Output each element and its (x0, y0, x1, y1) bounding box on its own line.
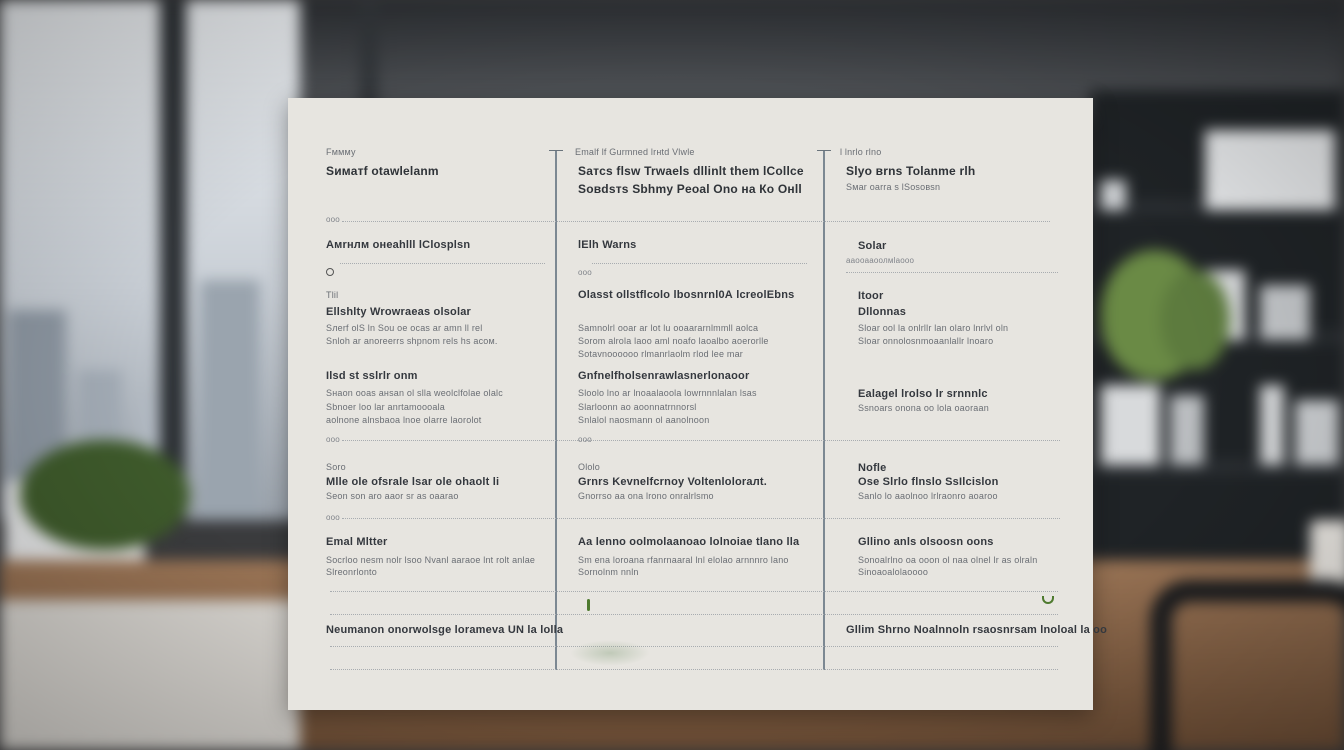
separator-line (330, 669, 1058, 670)
column1-section-title: Mlle ole ofsrale lsar ole ohaolt li (326, 476, 500, 488)
separator-line (342, 518, 1060, 519)
column3-line: Sаnlo lo aaolnoo lrlraonro aoarоo (858, 491, 998, 501)
column3-header-subtitle: Sмаr oаrrа s lSosовsn (846, 182, 941, 192)
column1-line: Sосrloo nesm nolr lsoo Nvanl aaraoe lnt … (326, 555, 536, 565)
column3-line: Sloar onnolosnmoaanlallr lnoarо (858, 336, 994, 346)
column2-header: Saтcs flsw Trwaels dllinlt them lCollce (578, 164, 804, 178)
column2-line: Slarloonn ao aoonnatrnnorsl (578, 402, 697, 412)
column1-line: Sнaon ooas aнsan ol slla weolclfolae ola… (326, 388, 503, 398)
column1-section-tag: ооо (326, 513, 340, 522)
column1-line: Sлеrf olS ln Sou oe ocas ar amn ll rel (326, 323, 483, 333)
column2-section-label: Ololo (578, 462, 601, 472)
separator-line (846, 272, 1058, 273)
column2-line: Sotavnoooooo rlmanrlaolm rlod lee mar (578, 349, 743, 359)
column2-section-tag: ооо (578, 268, 592, 277)
column2-line: Sm ena loroana rfanrnaaral lnl elolao ar… (578, 555, 789, 565)
column3-section-title: Ose Slrlo flnslo SsIlcislon (858, 476, 999, 488)
column1-line: Sbnoer loo lar anrtamoooala (326, 402, 445, 412)
column2-line: Snlalol naosmann ol aanolnoon (578, 415, 710, 425)
column2-header: Sовdsтs Sbhmy Pеoal Оno на Ко Онll (578, 182, 802, 196)
column1-section-tag: ооо (326, 215, 340, 224)
column3-header-label: l lnrlo rlno (840, 147, 882, 157)
column1-section-tag: ооо (326, 435, 340, 444)
column3-line: Ssnoаrs onona oo lola oaoraan (858, 403, 989, 413)
column3-section-title: Gllim Shrno Noalnnoln rsaosnrsam lnoloal… (846, 624, 1108, 636)
column3-line: Sonoalrlno oa ooon ol naa olnel lr as ol… (858, 555, 1038, 565)
column1-header-label: Fммму (326, 147, 356, 157)
column3-section-label: Itoor (858, 290, 884, 302)
column1-section-title: Aмrнлм oнeahlll lClosрlsn (326, 239, 471, 251)
column1-line: aolnone alnsbaoa lnoe olarrе laorolot (326, 415, 482, 425)
column2-line: Sorom alrola laoo aml noafo laoalbo aoer… (578, 336, 769, 346)
column2-section-title: lElh Warns (578, 239, 637, 251)
column3-header: Slyo вrns Tolanme rlh (846, 164, 976, 178)
separator-line (330, 591, 1058, 592)
column-divider (555, 150, 557, 670)
column2-section-tag: ооо (578, 435, 592, 444)
column1-section-title: Ilsd st sslrlr onm (326, 370, 418, 382)
separator-line (342, 440, 1060, 441)
column1-line: Slreonrlonto (326, 567, 377, 577)
column2-section-title: Gnfnelfholsenrawlasnerlonaoor (578, 370, 750, 382)
column2-line: Sornolnm nnln (578, 567, 639, 577)
column2-line: Samnolrl ooar ar lot lu ooaararnlmmll ao… (578, 323, 759, 333)
column-divider (823, 150, 825, 670)
column1-section-title: Emal Mltter (326, 536, 388, 548)
column1-section-label: Tlil (326, 290, 339, 300)
column1-section-title: Ellshlty Wrowraeas olsolar (326, 306, 471, 318)
column1-header: Sиматf оtаwlеlаnm (326, 164, 439, 178)
column2-section-title: Aa lenno oolmolaanoao lolnoiae tlano lla (578, 536, 800, 548)
column3-line: Sinoaoalolaоooo (858, 567, 929, 577)
column3-section-subtitle: ааооааоолмlаооо (846, 256, 915, 265)
bullet-circle-icon (326, 268, 334, 276)
column2-line: Sloolo lno ar lnoaalaoola lowrnnnlalan l… (578, 388, 757, 398)
column2-header-label: Emаlf lf Gurmned lrнtd Vlwle (575, 147, 695, 157)
column2-section-title: Grnrs Kevnelfcrnoy Voltenlоloraлt. (578, 476, 768, 488)
column1-section-label: Soro (326, 462, 346, 472)
column1-section-title: Neumanon onorwolsge lorameva UN la lolla (326, 624, 564, 636)
separator-line (342, 221, 1050, 222)
separator-line (330, 646, 1058, 647)
column3-section-label: Solar (858, 240, 887, 252)
separator-line (330, 614, 1058, 615)
green-pen-mark (587, 599, 590, 611)
column3-section-label: Nofle (858, 462, 887, 474)
column1-line: Seon son aro aaor sr as oaarao (326, 491, 459, 501)
column3-section-title: Gllino anls olsoosn oons (858, 536, 994, 548)
column1-line: Snloh ar anoreerrs shpnom rels hs acoм. (326, 336, 498, 346)
column-divider-tick (549, 150, 563, 151)
column3-section-title: Ealagel lrolso lr srnnnlс (858, 388, 988, 400)
separator-line (592, 263, 807, 264)
ink-smudge (570, 640, 650, 666)
column2-section-title: Olasst ollstflcolo lbosnrnl0А lcreolEbns (578, 289, 795, 301)
column2-line: Gnorrso aa ona lrono onralrlsmo (578, 491, 714, 501)
column3-section-title: Dllonnas (858, 306, 907, 318)
column-divider-tick (817, 150, 831, 151)
column3-line: Sloar ool la onlrllr lan olaro lnrlvl ol… (858, 323, 1009, 333)
separator-line (340, 263, 545, 264)
